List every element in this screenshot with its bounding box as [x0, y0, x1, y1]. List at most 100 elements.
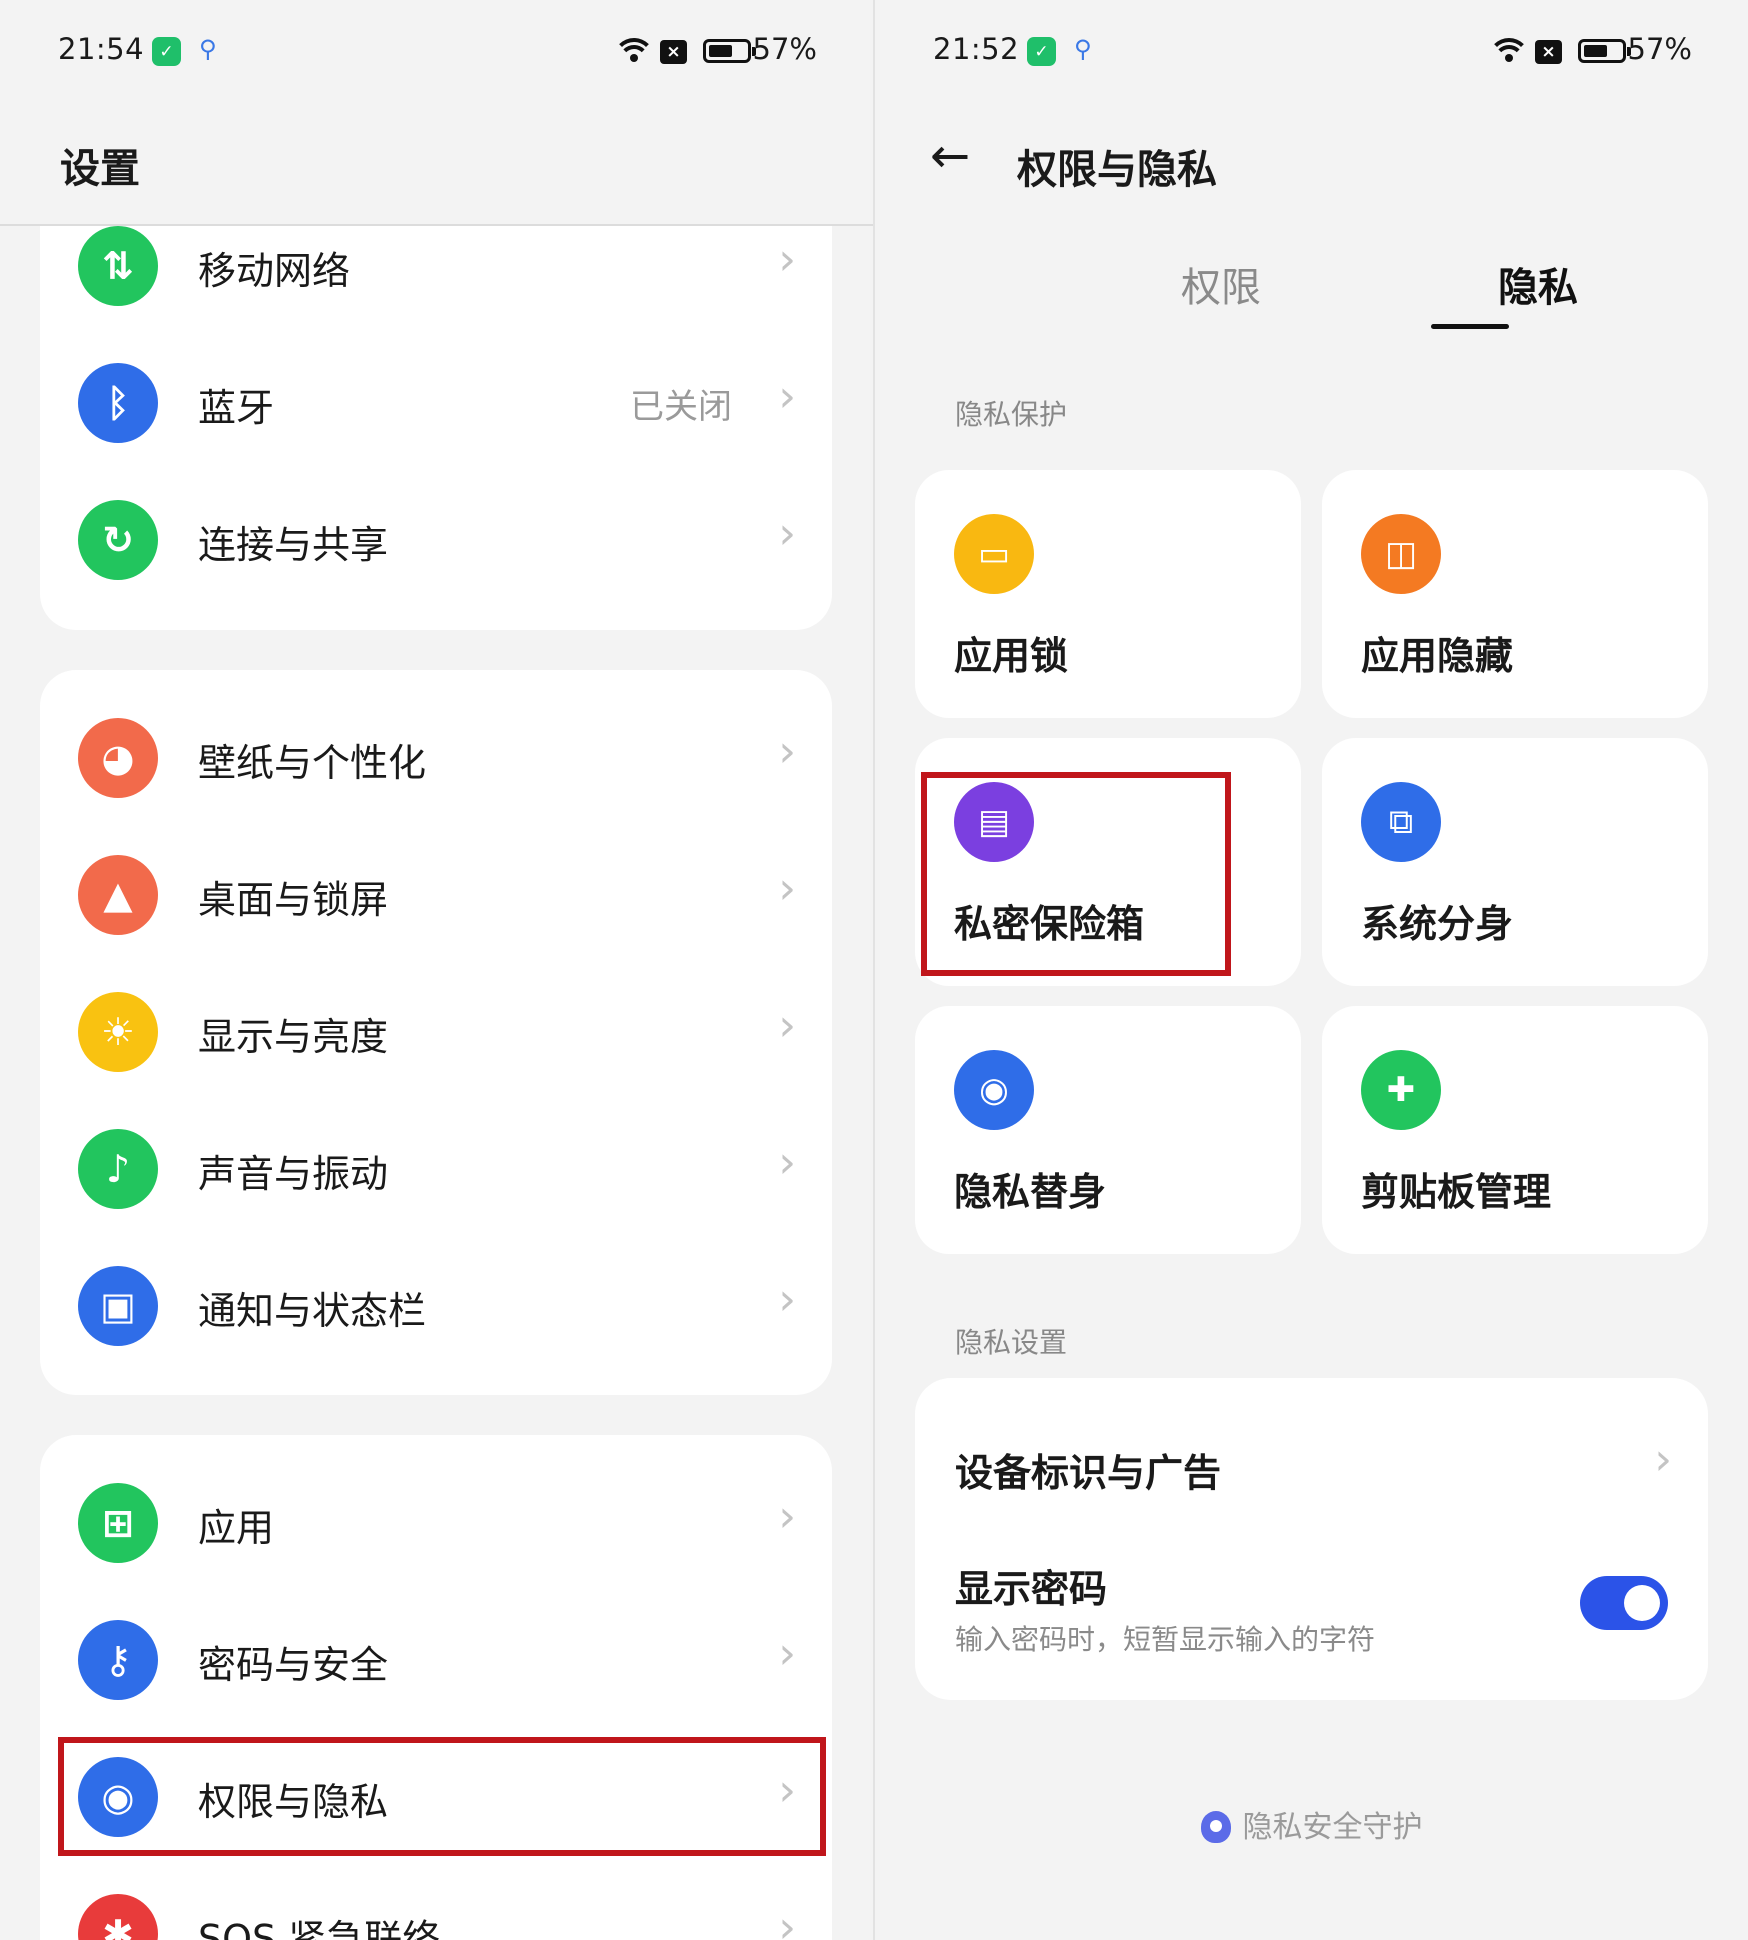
back-arrow-icon[interactable]: ← [930, 128, 970, 184]
key-icon: ⚷ [78, 1620, 158, 1700]
settings-item-label: 密码与安全 [198, 1643, 389, 1687]
chevron-right-icon: › [778, 1000, 796, 1051]
bell-icon: ♪ [78, 1129, 158, 1209]
tab-permissions[interactable]: 权限 [1151, 255, 1291, 313]
wifi-icon [1492, 38, 1526, 66]
mobile-network-icon: ⇅ [78, 226, 158, 306]
status-bar: 21:54 ✓ ⚲ × 57% [0, 30, 873, 76]
app-hide-icon: ◫ [1361, 514, 1441, 594]
show-password-toggle[interactable] [1580, 1576, 1668, 1630]
settings-item-apps[interactable]: ⊞ 应用 › [40, 1455, 832, 1592]
eye-lock-icon: ◉ [954, 1050, 1034, 1130]
settings-item-label: 壁纸与个性化 [198, 741, 427, 785]
settings-panel: 21:54 ✓ ⚲ × 57% ⇅ 移动网络 › ᛒ 蓝牙 已关闭 › ↻ 连接… [0, 0, 873, 1940]
tile-label: 应用隐藏 [1361, 634, 1514, 678]
share-icon: ↻ [78, 500, 158, 580]
battery-percent: 57% [1627, 32, 1692, 66]
page-title: 设置 [60, 146, 140, 192]
page-header: 设置 [0, 90, 873, 226]
no-sim-icon: × [660, 40, 687, 64]
settings-item-label: 蓝牙 [198, 386, 275, 430]
settings-item-connect-share[interactable]: ↻ 连接与共享 › [40, 472, 832, 609]
section-title-privacy-settings: 隐私设置 [955, 1326, 1068, 1359]
privacy-panel: 21:52 ✓ ⚲ × 57% ← 权限与隐私 权限 隐私 隐私保护 ▭ 应用锁… [875, 0, 1748, 1940]
chevron-right-icon: › [778, 863, 796, 914]
tile-label: 隐私替身 [954, 1170, 1107, 1214]
battery-icon [703, 39, 756, 63]
shield-icon: ✓ [1027, 37, 1056, 66]
footer-text: 隐私安全守护 [1242, 1810, 1423, 1845]
tile-label: 应用锁 [954, 634, 1069, 678]
chevron-right-icon: › [778, 1902, 796, 1940]
tile-clipboard-manager[interactable]: ✚ 剪贴板管理 [1322, 1006, 1708, 1254]
settings-item-label: 连接与共享 [198, 523, 389, 567]
privacy-settings-card: 设备标识与广告 › 显示密码 输入密码时，短暂显示输入的字符 [915, 1378, 1708, 1700]
settings-item-label: 显示与亮度 [198, 1015, 389, 1059]
settings-item-bluetooth[interactable]: ᛒ 蓝牙 已关闭 › [40, 335, 832, 472]
setting-device-id-ads[interactable]: 设备标识与广告 › [915, 1378, 1708, 1528]
settings-item-notifications[interactable]: ▣ 通知与状态栏 › [40, 1238, 832, 1375]
bluetooth-status: 已关闭 [630, 387, 732, 427]
chevron-right-icon: › [778, 1274, 796, 1325]
sos-icon: ✱ [78, 1894, 158, 1940]
chevron-right-icon: › [778, 508, 796, 559]
settings-group-personalization: ◕ 壁纸与个性化 › ▲ 桌面与锁屏 › ☀ 显示与亮度 › ♪ 声音与振动 ›… [40, 670, 832, 1395]
app-lock-icon: ▭ [954, 514, 1034, 594]
no-sim-icon: × [1535, 40, 1562, 64]
status-time: 21:54 [58, 32, 145, 66]
active-tab-indicator [1431, 324, 1509, 329]
battery-percent: 57% [752, 32, 817, 66]
palette-icon: ◕ [78, 718, 158, 798]
pin-icon: ⚲ [199, 35, 217, 63]
settings-item-wallpaper[interactable]: ◕ 壁纸与个性化 › [40, 690, 832, 827]
clipboard-icon: ✚ [1361, 1050, 1441, 1130]
picture-icon: ▲ [78, 855, 158, 935]
settings-item-display[interactable]: ☀ 显示与亮度 › [40, 964, 832, 1101]
settings-item-label: SOS 紧急联络 [198, 1917, 441, 1940]
chevron-right-icon: › [1654, 1434, 1672, 1485]
clone-icon: ⧉ [1361, 782, 1441, 862]
settings-item-label: 通知与状态栏 [198, 1289, 427, 1333]
highlight-box-private-safe [921, 772, 1231, 976]
notification-icon: ▣ [78, 1266, 158, 1346]
settings-item-label: 桌面与锁屏 [198, 878, 389, 922]
settings-group-apps-security: ⊞ 应用 › ⚷ 密码与安全 › ◉ 权限与隐私 › ✱ SOS 紧急联络 › [40, 1435, 832, 1940]
bluetooth-icon: ᛒ [78, 363, 158, 443]
setting-show-password[interactable]: 显示密码 输入密码时，短暂显示输入的字符 [915, 1528, 1708, 1700]
settings-group-connectivity: ⇅ 移动网络 › ᛒ 蓝牙 已关闭 › ↻ 连接与共享 › [40, 160, 832, 630]
tile-app-hide[interactable]: ◫ 应用隐藏 [1322, 470, 1708, 718]
settings-item-sound[interactable]: ♪ 声音与振动 › [40, 1101, 832, 1238]
chevron-right-icon: › [778, 1628, 796, 1679]
tile-label: 剪贴板管理 [1361, 1170, 1552, 1214]
tile-app-lock[interactable]: ▭ 应用锁 [915, 470, 1301, 718]
settings-item-label: 应用 [198, 1506, 275, 1550]
highlight-box-permissions-privacy [58, 1737, 826, 1856]
chevron-right-icon: › [778, 726, 796, 777]
tile-system-clone[interactable]: ⧉ 系统分身 [1322, 738, 1708, 986]
chevron-right-icon: › [778, 1137, 796, 1188]
settings-item-sos[interactable]: ✱ SOS 紧急联络 › [40, 1866, 832, 1940]
chevron-right-icon: › [778, 234, 796, 285]
tab-privacy[interactable]: 隐私 [1468, 255, 1608, 313]
battery-icon [1578, 39, 1631, 63]
section-title-privacy-protection: 隐私保护 [955, 398, 1068, 431]
sun-icon: ☀ [78, 992, 158, 1072]
setting-label: 显示密码 [955, 1567, 1108, 1611]
status-time: 21:52 [933, 32, 1020, 66]
status-bar: 21:52 ✓ ⚲ × 57% [875, 30, 1748, 76]
page-title: 权限与隐私 [1017, 147, 1217, 193]
pin-icon: ⚲ [1074, 35, 1092, 63]
setting-description: 输入密码时，短暂显示输入的字符 [955, 1623, 1376, 1656]
chevron-right-icon: › [778, 371, 796, 422]
settings-item-label: 声音与振动 [198, 1152, 389, 1196]
settings-item-desktop-lockscreen[interactable]: ▲ 桌面与锁屏 › [40, 827, 832, 964]
shield-icon: ✓ [152, 37, 181, 66]
privacy-guard-icon [1200, 1811, 1231, 1843]
chevron-right-icon: › [778, 1491, 796, 1542]
wifi-icon [617, 38, 651, 66]
setting-label: 设备标识与广告 [955, 1451, 1222, 1495]
settings-item-password-security[interactable]: ⚷ 密码与安全 › [40, 1592, 832, 1729]
apps-icon: ⊞ [78, 1483, 158, 1563]
settings-item-label: 移动网络 [198, 249, 351, 293]
tile-privacy-substitute[interactable]: ◉ 隐私替身 [915, 1006, 1301, 1254]
